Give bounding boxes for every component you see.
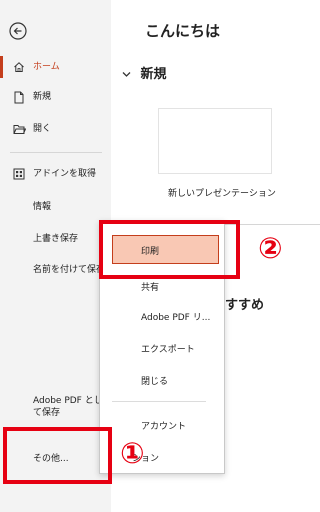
sidebar-item-label: アドインを取得 [33,169,97,179]
menu-item-label: エクスポート [141,345,195,355]
folder-open-icon [12,122,26,136]
sidebar-item-new[interactable]: 新規 [0,90,111,104]
addins-grid-icon [12,167,26,181]
menu-separator [112,401,206,402]
sidebar-item-label: 新規 [33,92,52,102]
annotation-box-more [3,427,112,484]
menu-item-label: 共有 [141,283,160,293]
sidebar-item-label: Adobe PDF として保存 [33,396,103,418]
recommended-heading: すすめ [225,298,265,313]
menu-item-label: アカウント [141,422,187,432]
sidebar-item-open[interactable]: 開く [0,122,111,136]
annotation-step-1: ① [120,436,145,470]
sidebar-item-save-as-adobe-pdf[interactable]: Adobe PDF として保存 [0,395,111,421]
annotation-box-print [99,220,240,279]
sidebar-item-label: 情報 [33,202,52,212]
blank-presentation-label: 新しいプレゼンテーション [168,189,276,199]
sidebar-item-label: ホーム [33,62,60,72]
section-title: 新規 [140,67,167,82]
sidebar-item-home[interactable]: ホーム [0,56,111,78]
menu-item-label: Adobe PDF リ... [141,313,211,323]
sidebar-item-get-addins[interactable]: アドインを取得 [0,167,111,181]
sidebar-item-save[interactable]: 上書き保存 [0,232,111,246]
sidebar-item-label: 名前を付けて保存 [33,265,106,275]
back-button[interactable] [8,21,28,41]
chevron-down-icon [122,70,136,81]
active-indicator [0,56,3,78]
sidebar-item-label: 開く [33,124,52,134]
annotation-step-2: ② [258,231,283,265]
menu-item-label: 閉じる [141,377,169,387]
sidebar-divider [10,152,102,153]
blank-presentation-thumbnail[interactable] [158,108,272,174]
sidebar-item-save-as[interactable]: 名前を付けて保存 [0,264,111,290]
arrow-left-icon [9,22,27,40]
sidebar-item-info[interactable]: 情報 [0,200,111,214]
new-section-header[interactable]: 新規 [122,63,167,82]
home-icon [12,60,26,74]
page-title: こんにちは [145,22,221,40]
new-file-icon [12,90,26,104]
sidebar-item-label: 上書き保存 [33,234,79,244]
